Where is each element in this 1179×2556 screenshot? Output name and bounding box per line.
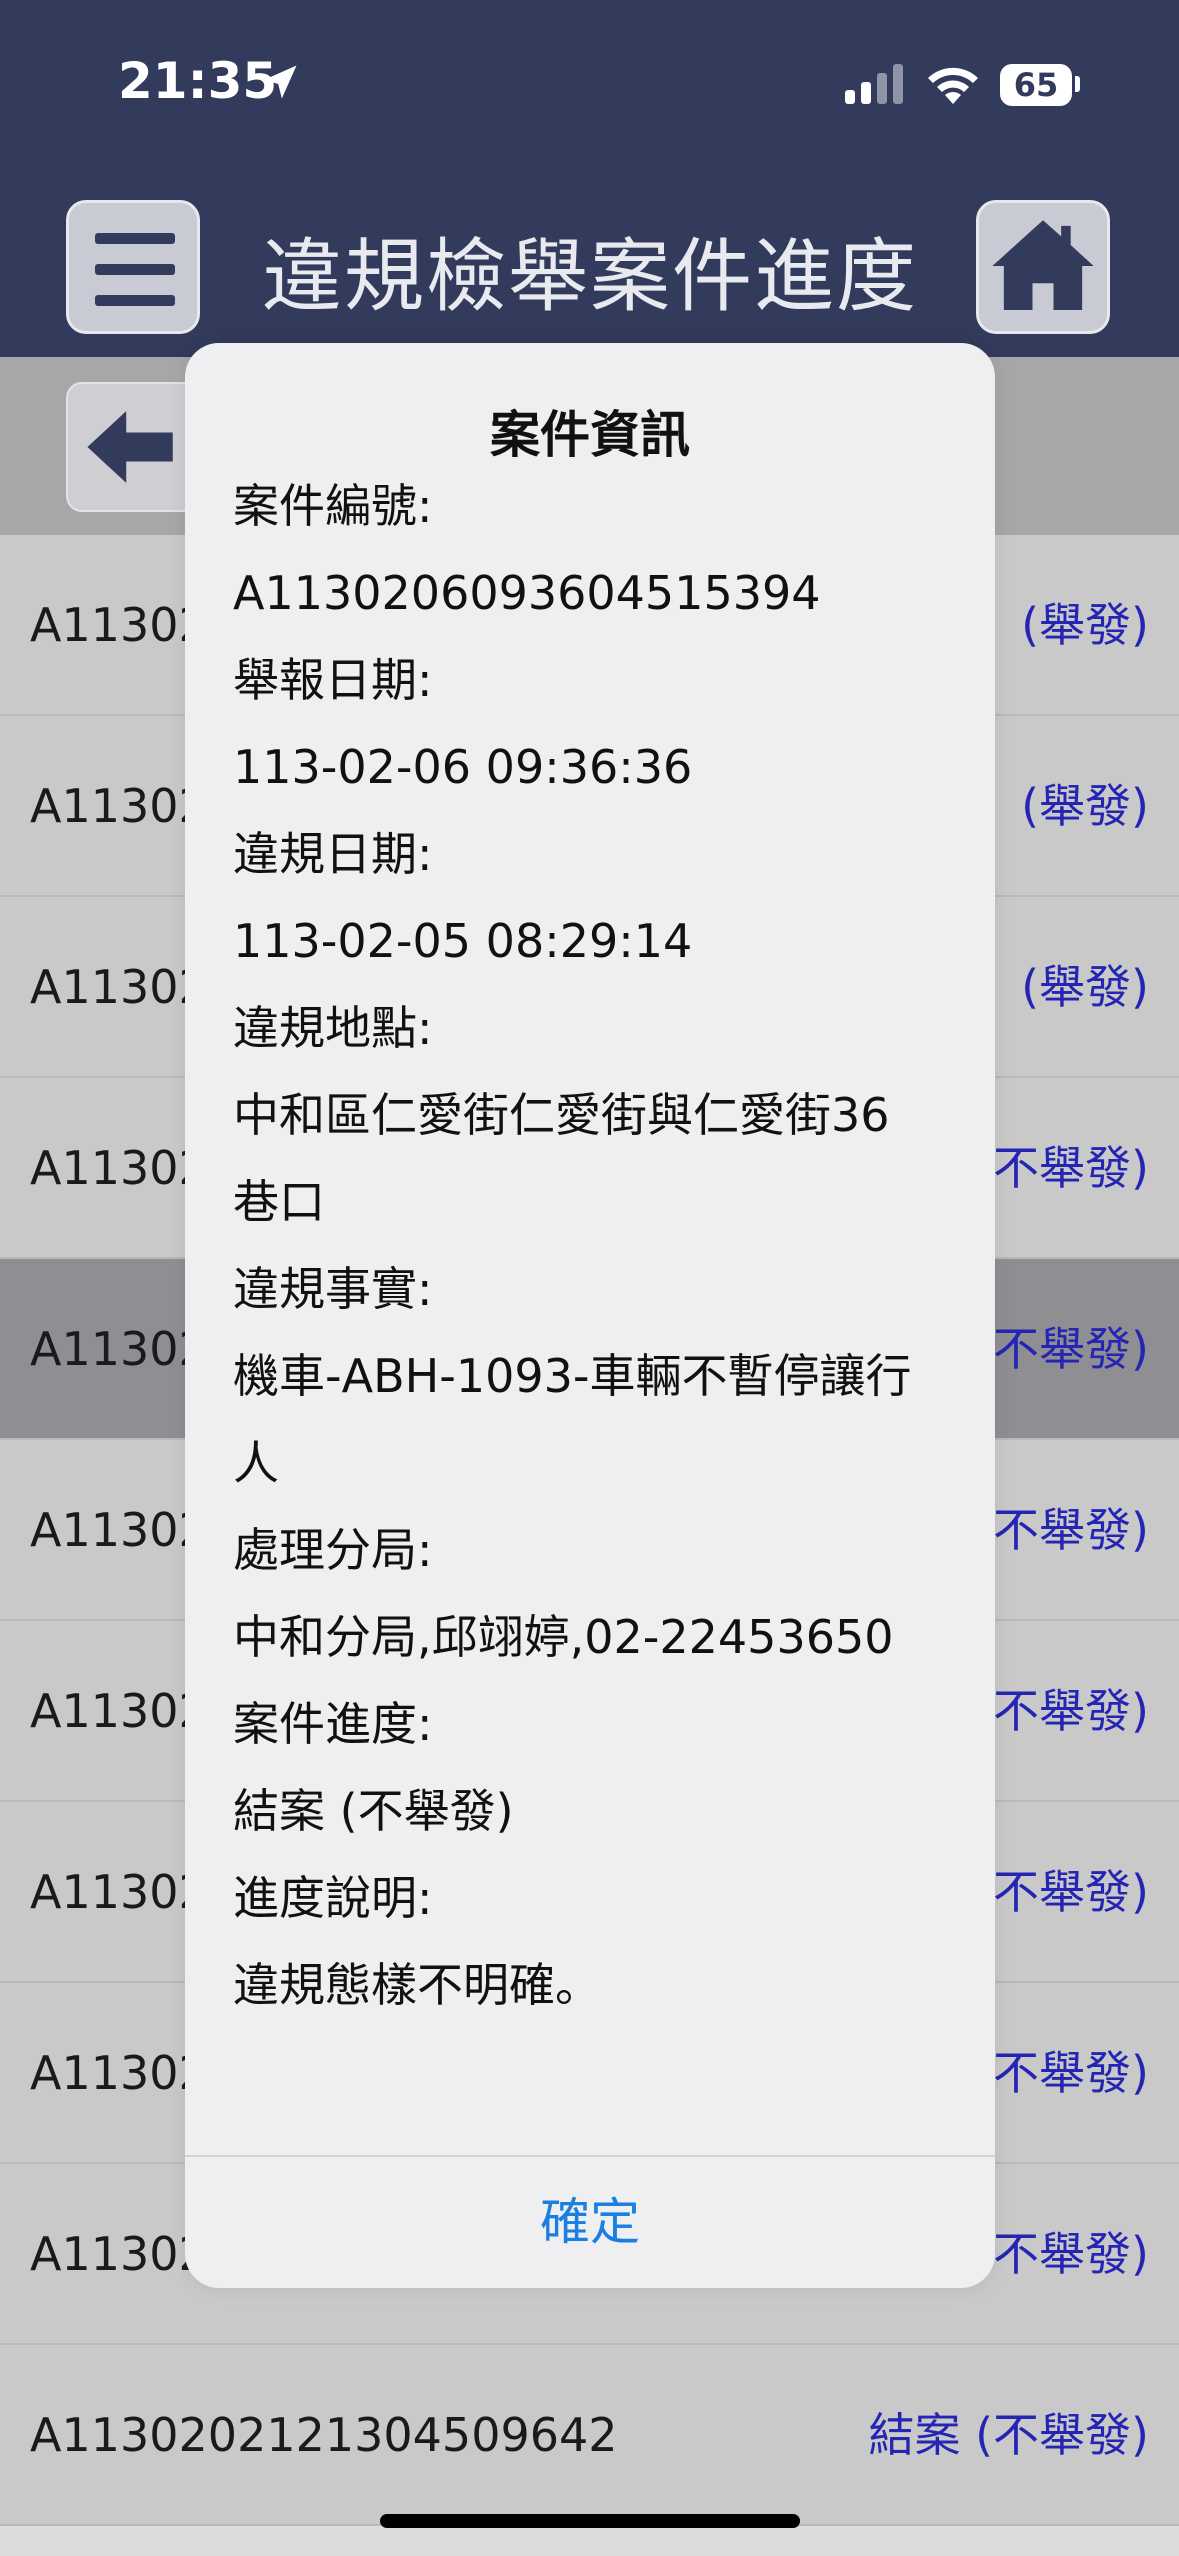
case-status-link[interactable]: 不舉發) xyxy=(993,2164,1149,2345)
dialog-line: 處理分局: xyxy=(233,1523,433,1577)
back-arrow-icon xyxy=(87,411,173,483)
case-id: A11302 xyxy=(30,1503,208,1557)
case-status-link[interactable]: 不舉發) xyxy=(993,1983,1149,2164)
dialog-line: 進度說明: xyxy=(233,1871,433,1925)
case-id: A11302 xyxy=(30,779,208,833)
case-id: A11302 xyxy=(30,960,208,1014)
battery-indicator: 65 xyxy=(1000,64,1072,106)
dialog-title: 案件資訊 xyxy=(490,406,690,464)
dialog-line: 違規事實: xyxy=(233,1262,433,1316)
dialog-line: 113-02-05 08:29:14 xyxy=(233,914,693,968)
case-status-link[interactable]: 不舉發) xyxy=(993,1621,1149,1802)
dialog-line: A1130206093604515394 xyxy=(233,566,821,620)
home-indicator xyxy=(380,2514,800,2528)
home-button[interactable] xyxy=(976,200,1110,334)
case-status-link[interactable]: 不舉發) xyxy=(993,1078,1149,1259)
dialog-line: 巷口 xyxy=(233,1175,325,1229)
case-status-link[interactable]: 結案 (不舉發) xyxy=(868,2345,1149,2526)
home-icon xyxy=(992,220,1094,310)
case-status-link[interactable]: (舉發) xyxy=(1021,535,1149,716)
dialog-line: 中和分局,邱翊婷,02-22453650 xyxy=(233,1610,894,1664)
app-header: 21:35 65 違規檢舉案件進度 xyxy=(0,0,1179,357)
dialog-line: 中和區仁愛街仁愛街與仁愛街36 xyxy=(233,1088,890,1142)
dialog-line: 113-02-06 09:36:36 xyxy=(233,740,693,794)
dialog-line: 舉報日期: xyxy=(233,653,433,707)
location-arrow-icon xyxy=(263,65,297,99)
case-id: A11302 xyxy=(30,2046,208,2100)
case-id: A11302 xyxy=(30,1684,208,1738)
case-id: A11302 xyxy=(30,1865,208,1919)
list-item[interactable]: A1130202121304509642 結案 (不舉發) xyxy=(0,2345,1179,2526)
battery-tip xyxy=(1075,76,1080,92)
case-status-link[interactable]: (舉發) xyxy=(1021,897,1149,1078)
wifi-icon xyxy=(928,67,978,104)
case-status-link[interactable]: 不舉發) xyxy=(993,1440,1149,1621)
case-id: A11302 xyxy=(30,1322,208,1376)
case-id: A11302 xyxy=(30,2227,208,2281)
case-info-dialog: 案件資訊 案件編號: A1130206093604515394 舉報日期: 113-0… xyxy=(185,343,995,2288)
dialog-line: 結案 (不舉發) xyxy=(233,1784,514,1838)
menu-icon xyxy=(95,233,175,244)
dialog-line: 案件編號: xyxy=(233,479,433,533)
dialog-line: 違規日期: xyxy=(233,827,433,881)
case-status-link[interactable]: 不舉發) xyxy=(993,1802,1149,1983)
case-status-link[interactable]: (舉發) xyxy=(1021,716,1149,897)
status-time: 21:35 xyxy=(118,52,278,110)
menu-button[interactable] xyxy=(66,200,200,334)
cellular-signal-icon xyxy=(845,64,903,104)
case-id: A1130202121304509642 xyxy=(30,2408,618,2462)
dialog-body: 案件編號: A1130206093604515394 舉報日期: 113-02-06 … xyxy=(233,463,953,2029)
case-status-link[interactable]: 不舉發) xyxy=(993,1259,1149,1440)
dialog-line: 案件進度: xyxy=(233,1697,433,1751)
case-id: A11302 xyxy=(30,598,208,652)
dialog-line: 機車-ABH-1093-車輛不暫停讓行 xyxy=(233,1349,912,1403)
back-button[interactable] xyxy=(66,382,200,512)
confirm-button[interactable]: 確定 xyxy=(185,2157,995,2288)
dialog-line: 違規態樣不明確。 xyxy=(233,1958,601,2012)
dialog-line: 人 xyxy=(233,1436,279,1490)
page-title: 違規檢舉案件進度 xyxy=(262,230,918,323)
case-id: A11302 xyxy=(30,1141,208,1195)
dialog-line: 違規地點: xyxy=(233,1001,433,1055)
